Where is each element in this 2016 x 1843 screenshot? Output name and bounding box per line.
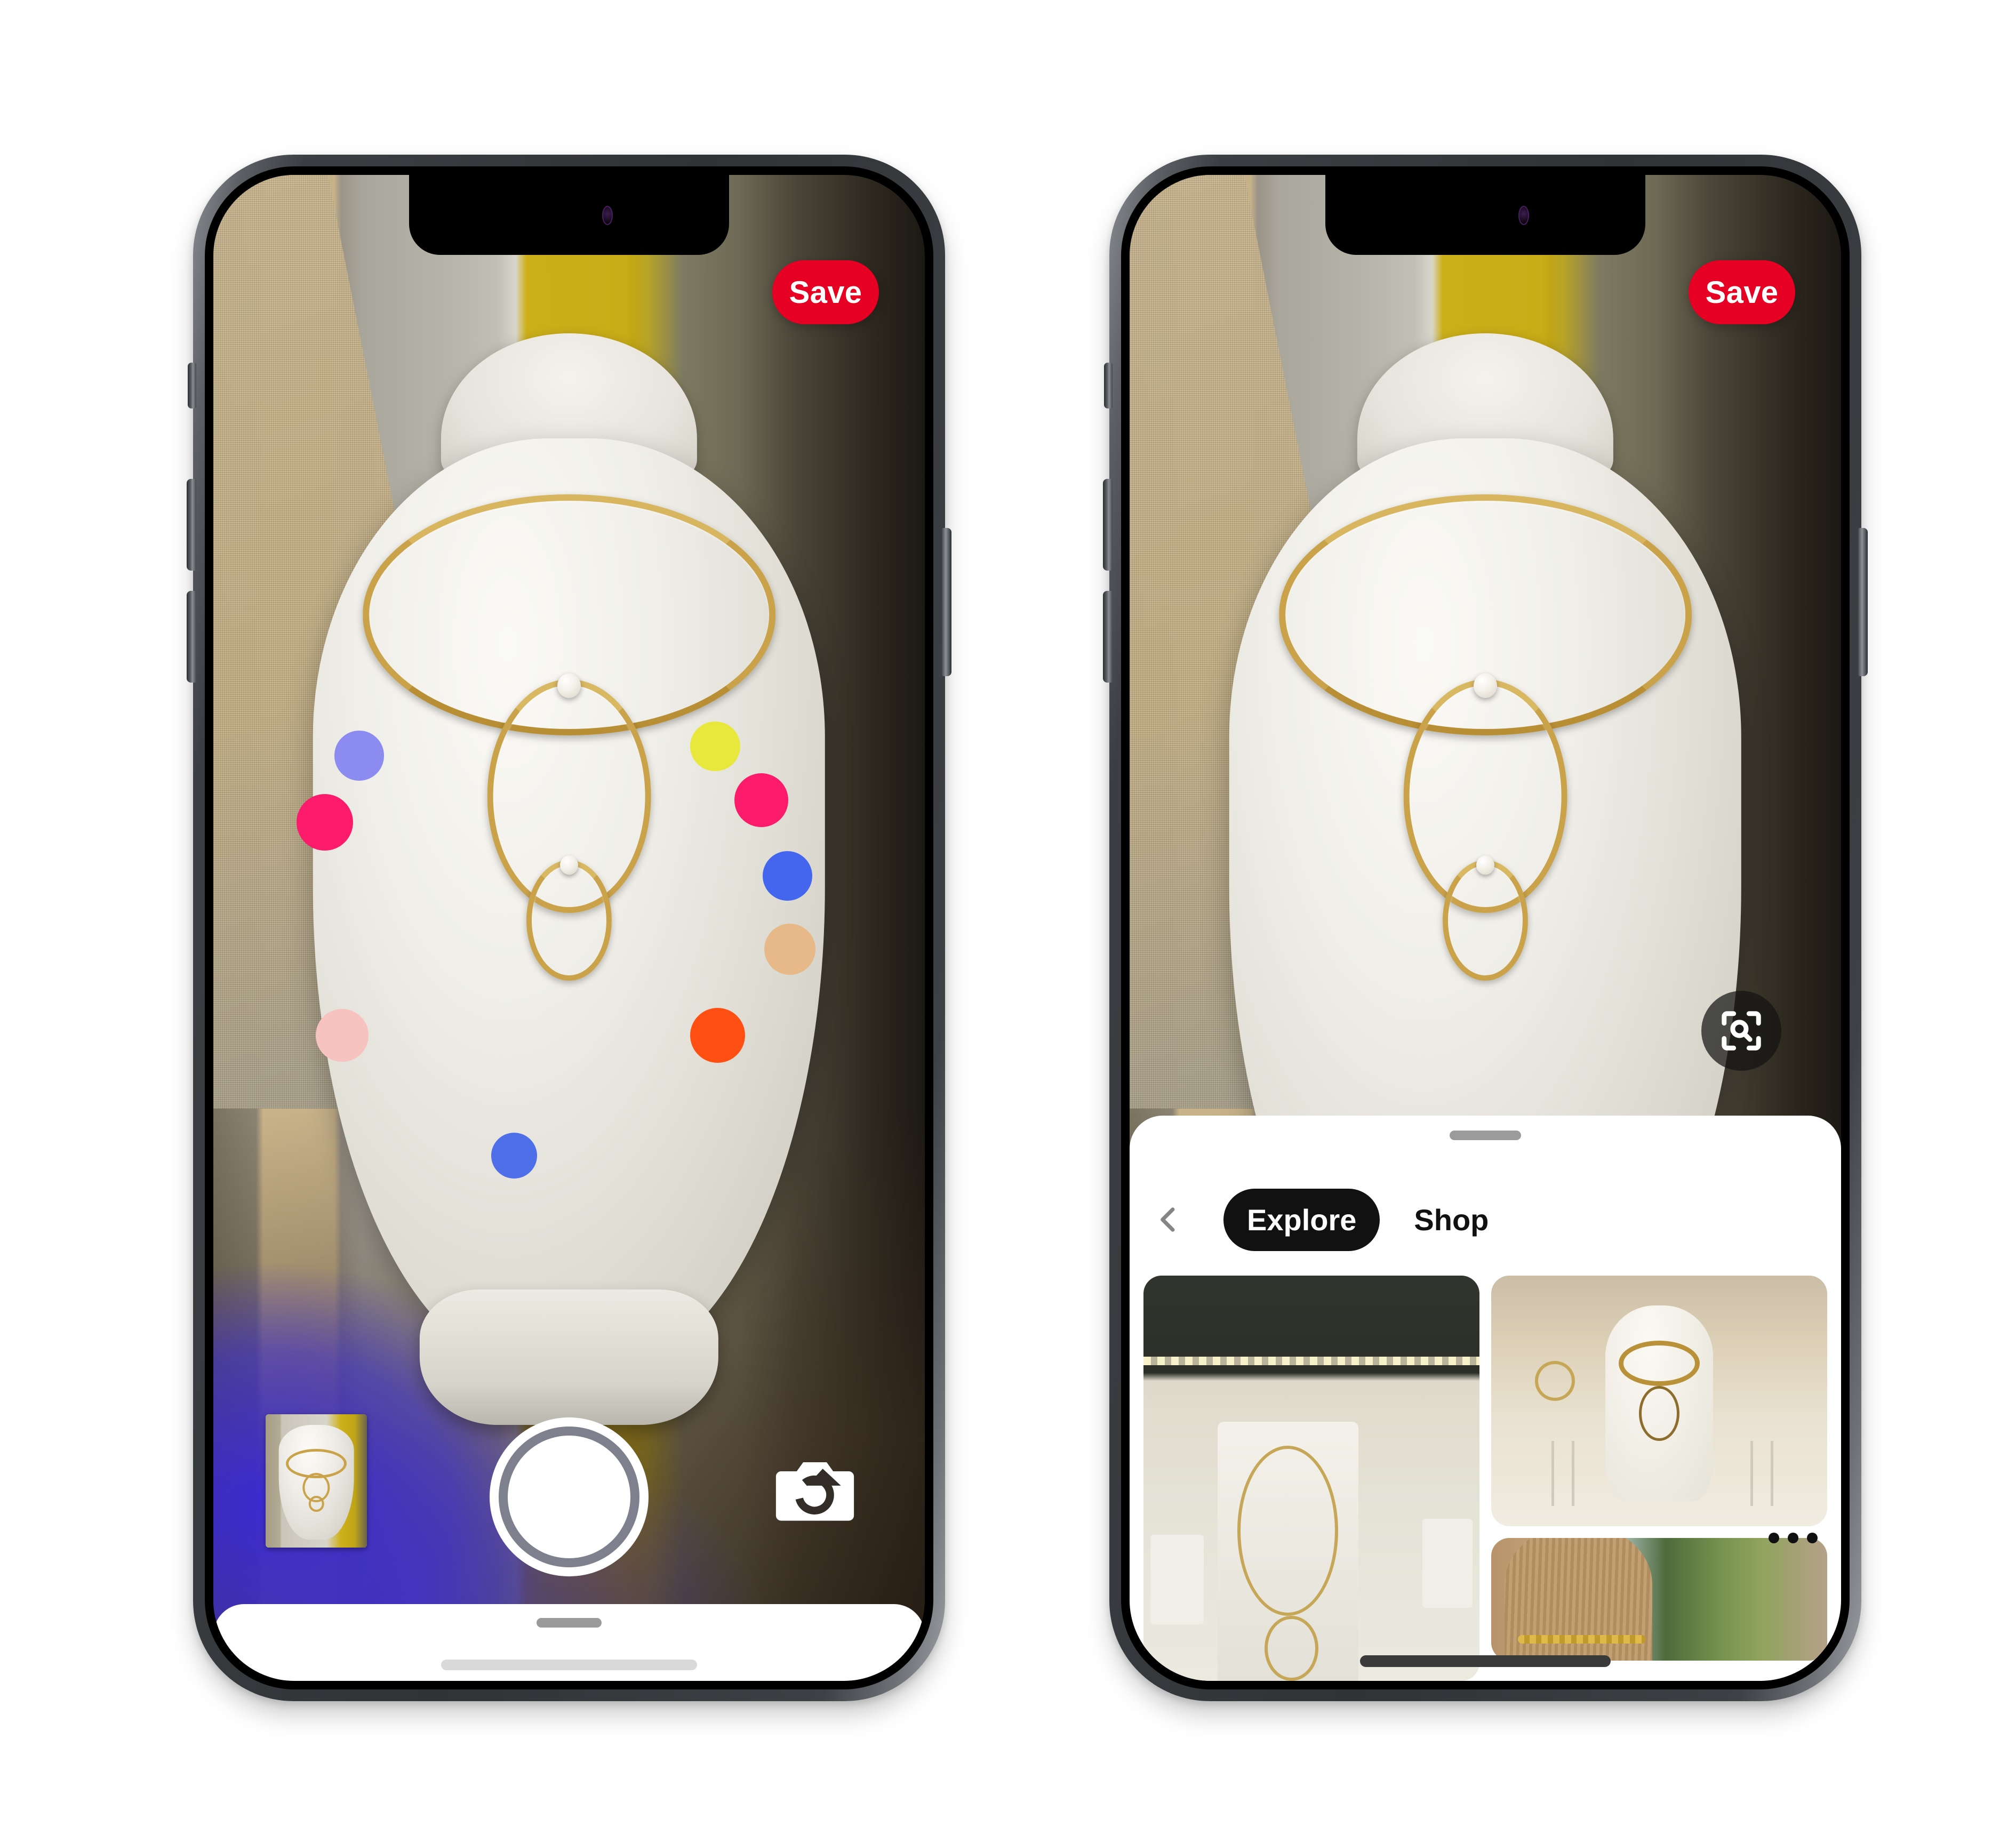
sheet-drag-handle-right[interactable]: [1450, 1131, 1521, 1140]
home-indicator-right[interactable]: [1360, 1655, 1611, 1667]
power-button-right[interactable]: [1858, 528, 1868, 676]
detection-dot[interactable]: [297, 794, 354, 851]
more-dot-2: [1788, 1533, 1798, 1543]
pin1-side-stand-right: [1422, 1519, 1473, 1608]
phone-bezel-right: Save Explore Shop: [1121, 166, 1850, 1689]
device-notch-right: [1325, 175, 1645, 255]
result-pin-1[interactable]: [1143, 1276, 1479, 1681]
pin1-gold-ring-large: [1237, 1446, 1339, 1616]
detection-dot[interactable]: [734, 773, 788, 827]
pearl-small-right: [1476, 855, 1494, 875]
results-column-right: [1491, 1276, 1827, 1681]
phone-left: Save: [187, 155, 951, 1701]
pin2-stand-1: [1551, 1441, 1555, 1507]
phone-screen-right: Save Explore Shop: [1130, 175, 1841, 1681]
pin2-pendant: [1639, 1385, 1679, 1441]
flip-camera-icon: [775, 1462, 854, 1521]
pin1-side-stand-left: [1150, 1535, 1204, 1624]
pin2-stand-4: [1771, 1441, 1774, 1507]
sheet-tabs: Explore Shop: [1223, 1188, 1512, 1251]
results-bottom-sheet[interactable]: Explore Shop: [1130, 1116, 1841, 1681]
shutter-button[interactable]: [508, 1436, 630, 1558]
detection-dot[interactable]: [690, 721, 740, 772]
thumbnail-image: [266, 1414, 367, 1548]
sheet-drag-handle[interactable]: [537, 1618, 602, 1628]
gold-hoop-small: [526, 860, 612, 981]
phone-right: Save Explore Shop: [1103, 155, 1868, 1701]
gold-hoop-small-right: [1442, 860, 1529, 981]
pearl-large: [557, 673, 581, 698]
home-indicator-left[interactable]: [441, 1660, 697, 1670]
display-bust-base: [419, 1289, 719, 1425]
sheet-nav-bar: Explore Shop: [1130, 1185, 1841, 1254]
device-notch: [409, 175, 729, 255]
chevron-left-icon[interactable]: [1154, 1205, 1183, 1234]
results-grid: [1143, 1276, 1827, 1681]
lens-scan-icon: [1722, 1011, 1761, 1051]
pearl-large-right: [1474, 673, 1497, 698]
front-camera-lens-icon: [602, 206, 613, 225]
save-button-right[interactable]: Save: [1689, 260, 1795, 324]
phone-bezel-left: Save: [205, 166, 933, 1689]
results-column-left: [1143, 1276, 1479, 1681]
tab-explore[interactable]: Explore: [1223, 1188, 1380, 1251]
detection-dot[interactable]: [762, 851, 813, 901]
volume-up-button-right[interactable]: [1103, 479, 1113, 571]
more-dot-1: [1769, 1533, 1779, 1543]
detection-dot[interactable]: [491, 1133, 538, 1179]
power-button[interactable]: [942, 528, 951, 676]
pin2-chain-necklace: [1619, 1341, 1700, 1386]
save-button[interactable]: Save: [772, 260, 879, 324]
result-pin-2[interactable]: [1491, 1276, 1827, 1526]
mute-switch[interactable]: [188, 363, 196, 408]
volume-down-button-right[interactable]: [1103, 591, 1113, 683]
pin2-hoop-earring: [1534, 1360, 1575, 1401]
front-camera-lens-icon-right: [1518, 206, 1529, 225]
pin2-stand-3: [1750, 1441, 1754, 1507]
pin1-gold-ring-small: [1264, 1616, 1318, 1681]
detection-dot[interactable]: [316, 1009, 369, 1062]
tab-shop[interactable]: Shop: [1390, 1189, 1512, 1251]
volume-down-button[interactable]: [187, 591, 196, 683]
flip-camera-button[interactable]: [773, 1458, 857, 1526]
thumbnail-hoop-small: [308, 1495, 324, 1512]
pearl-small: [560, 855, 578, 875]
phone-screen-left: Save: [213, 175, 925, 1681]
volume-up-button[interactable]: [187, 479, 196, 571]
result-pin-3[interactable]: [1491, 1538, 1827, 1661]
mute-switch-right[interactable]: [1104, 363, 1113, 408]
screenshot-canvas: Save Save Explore Shop: [0, 0, 2016, 1843]
detection-dot[interactable]: [764, 923, 816, 975]
pin3-gold-chain: [1518, 1634, 1646, 1644]
camera-roll-thumbnail[interactable]: [266, 1414, 367, 1548]
pin2-stand-2: [1572, 1441, 1575, 1507]
more-dot-3: [1807, 1533, 1818, 1543]
lens-scan-button[interactable]: [1701, 991, 1781, 1071]
detection-dot[interactable]: [690, 1007, 746, 1063]
overflow-menu-button[interactable]: [1769, 1533, 1818, 1543]
pin1-lightstrip: [1143, 1357, 1479, 1365]
detection-dot[interactable]: [334, 730, 385, 781]
